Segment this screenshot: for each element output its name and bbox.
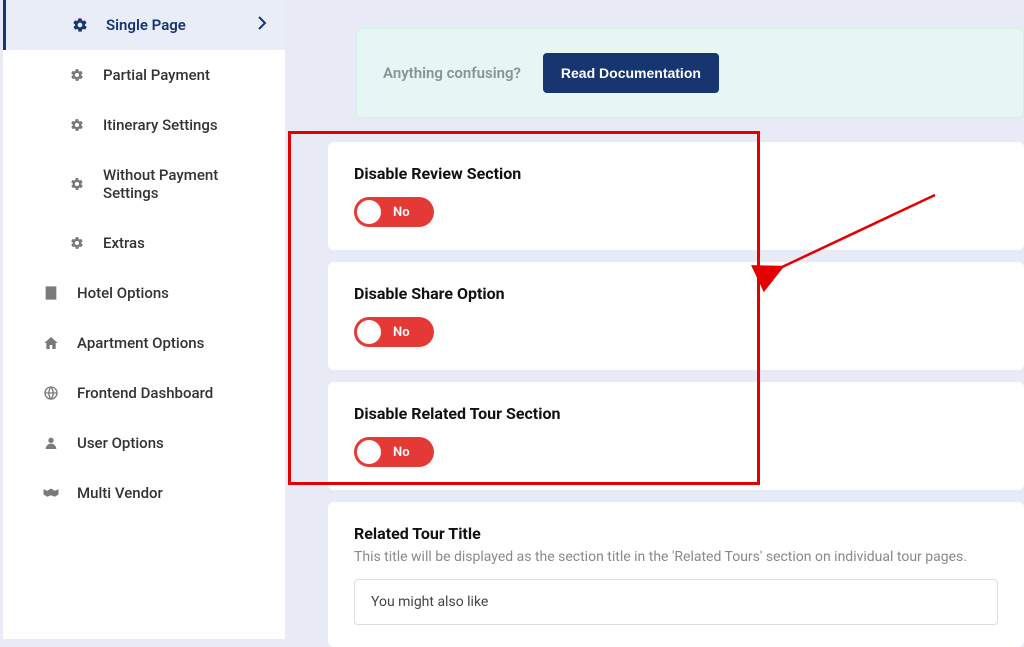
building-icon xyxy=(39,285,63,301)
main-content: Anything confusing? Read Documentation D… xyxy=(308,0,1024,639)
sidebar-item-label: Single Page xyxy=(106,16,186,34)
card-title: Disable Related Tour Section xyxy=(354,404,998,423)
gear-icon xyxy=(65,118,89,132)
sidebar-item-label: Partial Payment xyxy=(103,66,210,84)
toggle-disable-related[interactable]: No xyxy=(354,437,434,467)
card-description: This title will be displayed as the sect… xyxy=(354,549,998,565)
sidebar-item-label: Itinerary Settings xyxy=(103,116,218,134)
card-title: Related Tour Title xyxy=(354,524,998,543)
toggle-label: No xyxy=(393,325,410,340)
sidebar-item-hotel-options[interactable]: Hotel Options xyxy=(3,268,285,318)
sidebar-item-label: Without Payment Settings xyxy=(103,166,253,202)
toggle-disable-share[interactable]: No xyxy=(354,317,434,347)
sidebar-item-user-options[interactable]: User Options xyxy=(3,418,285,468)
sidebar-item-label: Extras xyxy=(103,234,145,252)
card-disable-review-section: Disable Review Section No xyxy=(328,142,1024,250)
user-icon xyxy=(39,435,63,451)
gear-icon xyxy=(65,177,89,191)
handshake-icon xyxy=(39,485,63,501)
chevron-right-icon xyxy=(257,16,267,34)
card-disable-related-tour-section: Disable Related Tour Section No xyxy=(328,382,1024,490)
sidebar-item-extras[interactable]: Extras xyxy=(3,218,285,268)
sidebar-item-label: Multi Vendor xyxy=(77,484,163,502)
card-title: Disable Share Option xyxy=(354,284,998,303)
toggle-knob xyxy=(357,200,381,224)
sidebar-item-without-payment-settings[interactable]: Without Payment Settings xyxy=(3,150,285,218)
card-disable-share-option: Disable Share Option No xyxy=(328,262,1024,370)
sidebar-item-label: Hotel Options xyxy=(77,284,169,302)
gear-icon xyxy=(65,68,89,82)
sidebar-item-label: User Options xyxy=(77,434,164,452)
sidebar-item-multi-vendor[interactable]: Multi Vendor xyxy=(3,468,285,518)
sidebar-item-label: Frontend Dashboard xyxy=(77,384,213,402)
sidebar-item-partial-payment[interactable]: Partial Payment xyxy=(3,50,285,100)
read-documentation-button[interactable]: Read Documentation xyxy=(543,53,719,93)
gear-icon xyxy=(68,17,92,33)
sidebar-item-single-page[interactable]: Single Page xyxy=(3,0,285,50)
toggle-knob xyxy=(357,320,381,344)
related-tour-title-input[interactable] xyxy=(354,579,998,625)
callout-text: Anything confusing? xyxy=(383,64,521,82)
toggle-disable-review[interactable]: No xyxy=(354,197,434,227)
card-related-tour-title: Related Tour Title This title will be di… xyxy=(328,502,1024,647)
home-icon xyxy=(39,335,63,351)
toggle-knob xyxy=(357,440,381,464)
toggle-label: No xyxy=(393,445,410,460)
sidebar-item-apartment-options[interactable]: Apartment Options xyxy=(3,318,285,368)
globe-icon xyxy=(39,385,63,401)
sidebar-item-itinerary-settings[interactable]: Itinerary Settings xyxy=(3,100,285,150)
sidebar: Single Page Partial Payment Itinerary Se… xyxy=(3,0,285,639)
documentation-callout: Anything confusing? Read Documentation xyxy=(356,28,1024,118)
gear-icon xyxy=(65,236,89,250)
sidebar-item-frontend-dashboard[interactable]: Frontend Dashboard xyxy=(3,368,285,418)
card-title: Disable Review Section xyxy=(354,164,998,183)
sidebar-item-label: Apartment Options xyxy=(77,334,204,352)
toggle-label: No xyxy=(393,205,410,220)
